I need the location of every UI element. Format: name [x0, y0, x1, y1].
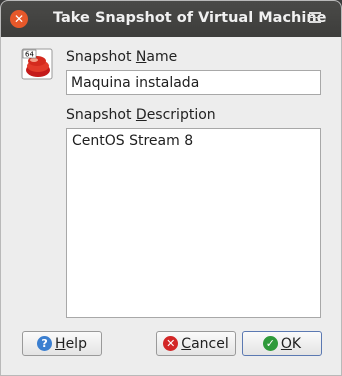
- snapshot-dialog: ✕ Take Snapshot of Virtual Machine 64 Sn…: [0, 0, 342, 376]
- cancel-button-label: Cancel: [181, 335, 229, 352]
- help-button[interactable]: ? Help: [22, 331, 102, 356]
- ok-button-label: OK: [280, 335, 302, 352]
- title-bar: ✕ Take Snapshot of Virtual Machine: [1, 1, 341, 37]
- virtual-machine-os-icon: 64: [21, 48, 53, 80]
- snapshot-name-label: Snapshot Name: [66, 49, 178, 65]
- os-badge-64: 64: [25, 51, 34, 59]
- cancel-icon: ✕: [163, 336, 179, 351]
- hamburger-menu-icon[interactable]: [309, 12, 321, 24]
- snapshot-name-input[interactable]: [66, 70, 321, 95]
- help-icon: ?: [37, 336, 53, 351]
- close-icon[interactable]: ✕: [10, 10, 28, 28]
- snapshot-description-label: Snapshot Description: [66, 107, 216, 123]
- cancel-button[interactable]: ✕ Cancel: [156, 331, 236, 356]
- ok-icon: ✓: [262, 336, 278, 351]
- ok-button[interactable]: ✓ OK: [242, 331, 322, 356]
- window-title: Take Snapshot of Virtual Machine: [53, 10, 327, 26]
- help-button-label: Help: [55, 335, 87, 352]
- snapshot-description-input[interactable]: CentOS Stream 8: [66, 128, 321, 318]
